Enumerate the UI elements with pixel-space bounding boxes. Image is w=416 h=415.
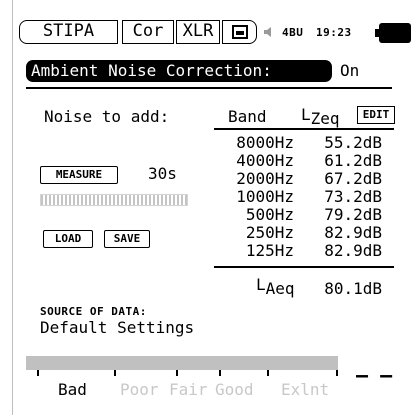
table-row: 250Hz 82.9dB (214, 224, 382, 242)
scale-label-poor: Poor (120, 380, 159, 399)
scale-label-excellent: Exlnt (281, 380, 330, 399)
band-frequency: 1000Hz (236, 187, 294, 206)
table-row: 125Hz 82.9dB (214, 242, 382, 260)
measure-button[interactable]: MEASURE (40, 166, 118, 184)
speaker-icon (264, 27, 271, 37)
table-row: 8000Hz 55.2dB (214, 134, 382, 152)
tab-stipa-label: STIPA (42, 21, 95, 41)
level-column-header: LZeq (301, 105, 340, 128)
measure-duration: 30s (148, 164, 177, 183)
tab-stipa[interactable]: STIPA (19, 20, 118, 44)
total-label-prefix: L (256, 275, 266, 294)
table-row: 500Hz 79.2dB (214, 206, 382, 224)
measure-progress-bar (40, 194, 188, 206)
source-label: SOURCE OF DATA: (40, 305, 147, 318)
divider-line (26, 87, 392, 89)
scale-label-bad: Bad (58, 380, 87, 399)
level-header-sub: Zeq (310, 109, 340, 128)
total-label-sub: Aeq (265, 279, 295, 298)
tab-display[interactable] (222, 20, 257, 44)
save-button[interactable]: SAVE (104, 230, 150, 248)
tab-xlr-label: XLR (182, 21, 214, 41)
scale-tick (267, 370, 269, 376)
band-frequency: 500Hz (245, 205, 294, 224)
save-button-label: SAVE (113, 232, 141, 245)
ambient-correction-value[interactable]: On (340, 61, 359, 81)
band-level: 67.2dB (324, 169, 382, 188)
tab-correction-label: Cor (132, 21, 164, 41)
scale-label-good: Good (215, 380, 254, 399)
tab-xlr[interactable]: XLR (176, 20, 220, 44)
band-frequency: 4000Hz (236, 151, 294, 170)
band-level: 61.2dB (324, 151, 382, 170)
sti-scale-bar (26, 356, 338, 370)
band-frequency: 250Hz (245, 223, 294, 242)
scale-tick (336, 370, 338, 376)
clock-time: 19:23 (316, 26, 352, 39)
battery-icon (375, 23, 411, 43)
edit-button-label: EDIT (362, 108, 390, 121)
band-level: 55.2dB (324, 133, 382, 152)
load-button-label: LOAD (54, 232, 82, 245)
table-row: 1000Hz 73.2dB (214, 188, 382, 206)
table-row: 2000Hz 67.2dB (214, 170, 382, 188)
measure-button-label: MEASURE (55, 168, 103, 181)
table-total-line (214, 266, 394, 268)
source-value: Default Settings (40, 318, 195, 337)
band-column-header: Band (228, 107, 267, 126)
level-header-prefix: L (301, 105, 311, 124)
band-frequency: 125Hz (245, 241, 294, 260)
scale-tick (176, 370, 178, 376)
scale-tick (114, 370, 116, 376)
scale-label-fair: Fair (169, 380, 208, 399)
tab-correction[interactable]: Cor (122, 20, 174, 44)
sti-result-value: – – (356, 363, 393, 387)
display-icon (231, 25, 248, 39)
band-frequency: 2000Hz (236, 169, 294, 188)
total-level-value: 80.1dB (324, 279, 382, 298)
ambient-correction-text: Ambient Noise Correction: (31, 61, 272, 80)
band-level: 82.9dB (324, 223, 382, 242)
ambient-correction-label[interactable]: Ambient Noise Correction: (26, 60, 332, 82)
table-header-line (214, 128, 394, 130)
noise-to-add-label: Noise to add: (44, 107, 170, 126)
meter-screen: STIPA Cor XLR 4BU 19:23 Ambient Noise Co… (0, 0, 416, 415)
total-level-label: LAeq (256, 275, 295, 298)
scale-tick (219, 370, 221, 376)
edit-button[interactable]: EDIT (357, 106, 395, 124)
band-level: 79.2dB (324, 205, 382, 224)
load-button[interactable]: LOAD (43, 230, 93, 248)
band-level: 82.9dB (324, 241, 382, 260)
band-frequency: 8000Hz (236, 133, 294, 152)
scale-tick (37, 370, 39, 376)
table-row: 4000Hz 61.2dB (214, 152, 382, 170)
band-level: 73.2dB (324, 187, 382, 206)
battery-voltage: 4BU (282, 26, 304, 39)
screen-border (12, 0, 13, 415)
